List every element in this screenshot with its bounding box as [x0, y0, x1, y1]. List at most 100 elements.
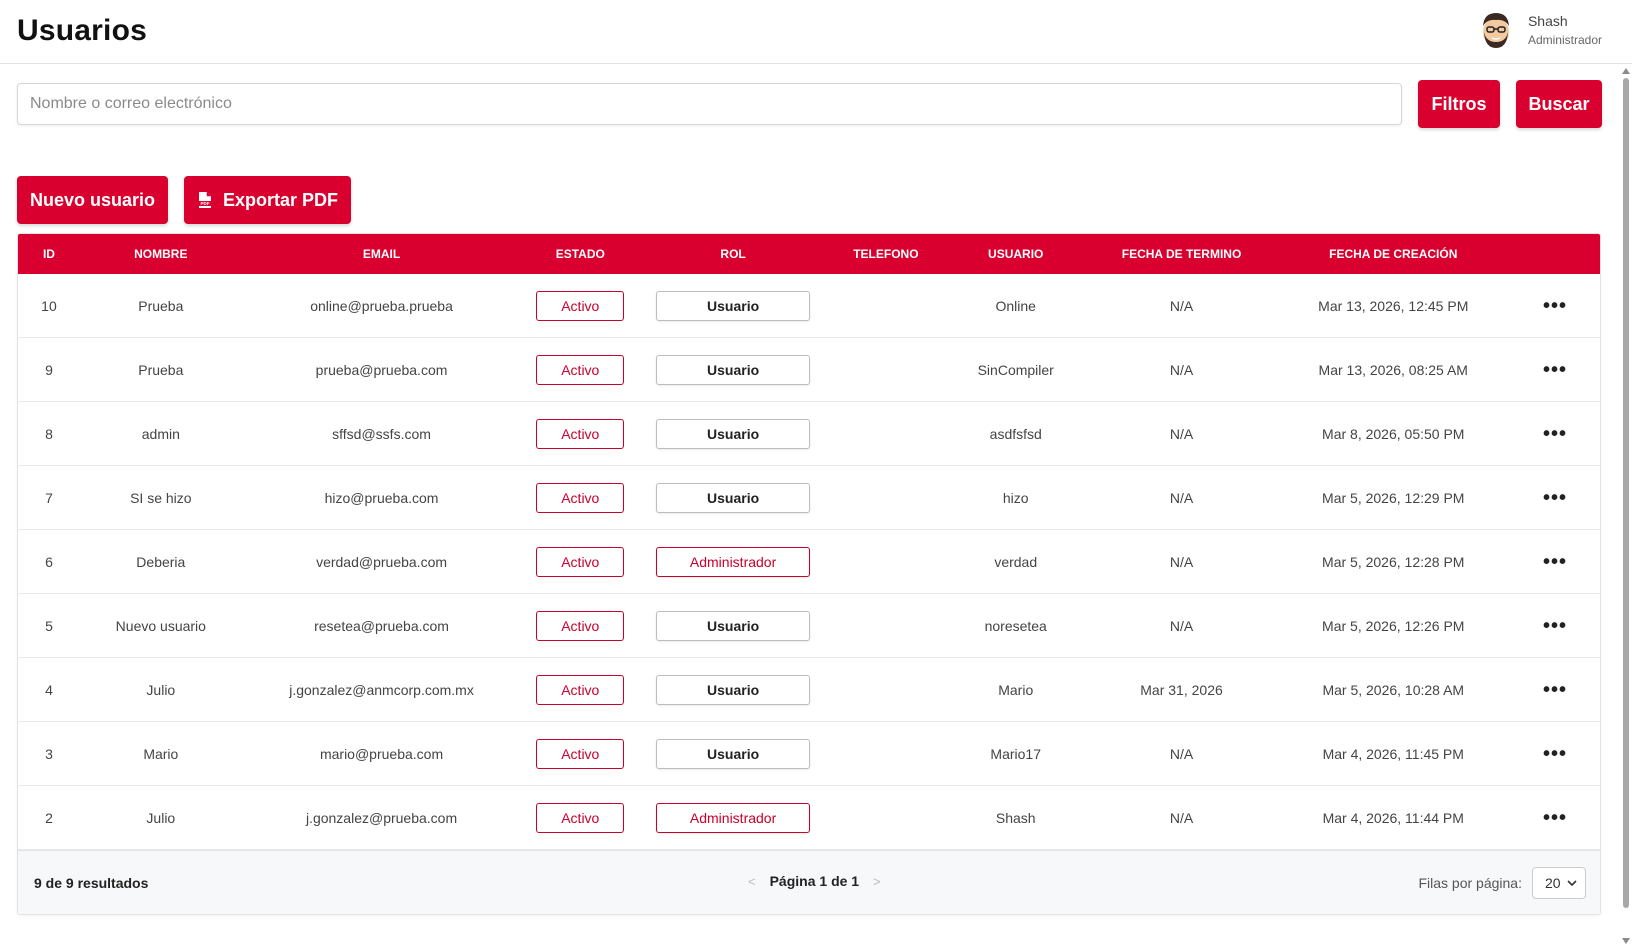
column-header-estado[interactable]: ESTADO [521, 247, 639, 261]
cell-nombre: SI se hizo [130, 489, 192, 506]
cell-email: resetea@prueba.com [314, 617, 449, 634]
cell-fecha-creacion: Mar 8, 2026, 05:50 PM [1322, 425, 1465, 442]
cell-nombre: admin [141, 425, 180, 442]
cell-fecha-creacion: Mar 13, 2026, 08:25 AM [1318, 361, 1468, 378]
cell-actions: ••• [1510, 616, 1600, 636]
cell-fecha-creacion: Mar 13, 2026, 12:45 PM [1318, 297, 1469, 314]
table-header: ID NOMBRE EMAIL ESTADO ROL TELEFONO USUA… [18, 234, 1600, 274]
avatar [1482, 13, 1509, 48]
svg-text:PDF: PDF [200, 201, 209, 206]
rows-per-page-select[interactable]: 20 [1532, 867, 1586, 899]
column-header-telefono[interactable]: TELEFONO [827, 247, 945, 261]
chevron-left-icon[interactable]: < [748, 874, 756, 889]
cell-email: online@prueba.prueba [310, 297, 453, 314]
cell-usuario: hizo [1002, 489, 1029, 506]
cell-actions: ••• [1510, 552, 1600, 572]
cell-nombre: Julio [146, 681, 176, 698]
cell-email: j.gonzalez@prueba.com [305, 809, 458, 826]
cell-nombre: Julio [146, 809, 176, 826]
cell-email: hizo@prueba.com [324, 489, 439, 506]
page-title: Usuarios [17, 14, 147, 47]
cell-id: 3 [45, 745, 53, 762]
export-pdf-label: Exportar PDF [222, 189, 339, 210]
table-row: 8 admin sffsd@ssfs.com Activo Usuario as… [18, 402, 1600, 466]
cell-id: 7 [45, 489, 53, 506]
cell-usuario: noresetea [984, 617, 1047, 634]
cell-fecha-creacion: Mar 4, 2026, 11:44 PM [1322, 809, 1464, 826]
more-horizontal-icon[interactable]: ••• [1543, 552, 1567, 572]
scroll-up-icon[interactable] [1622, 68, 1630, 74]
more-horizontal-icon[interactable]: ••• [1543, 680, 1567, 700]
more-horizontal-icon[interactable]: ••• [1543, 424, 1567, 444]
filters-button[interactable]: Filtros [1418, 80, 1500, 128]
cell-estado: Activo [521, 546, 639, 577]
column-header-fecha-creacion[interactable]: FECHA DE CREACIÓN [1276, 247, 1510, 261]
users-table: ID NOMBRE EMAIL ESTADO ROL TELEFONO USUA… [17, 233, 1601, 915]
rows-per-page-value: 20 [1545, 875, 1561, 891]
page-scrollbar[interactable] [1620, 66, 1632, 946]
cell-estado: Activo [521, 738, 639, 769]
role-badge: Usuario [656, 674, 811, 705]
cell-id: 5 [45, 617, 53, 634]
cell-rol: Usuario [639, 482, 827, 513]
cell-estado: Activo [521, 290, 639, 321]
cell-id: 8 [45, 425, 53, 442]
rows-per-page-label: Filas por página: [1418, 875, 1522, 891]
column-header-email[interactable]: EMAIL [242, 247, 522, 261]
user-name: Shash [1527, 13, 1568, 29]
cell-actions: ••• [1510, 744, 1600, 764]
scrollbar-thumb[interactable] [1623, 78, 1629, 908]
search-input[interactable] [17, 83, 1402, 125]
column-header-nombre[interactable]: NOMBRE [80, 247, 242, 261]
cell-fecha-creacion: Mar 5, 2026, 10:28 AM [1322, 681, 1465, 698]
cell-actions: ••• [1510, 424, 1600, 444]
role-badge: Usuario [656, 482, 811, 513]
status-badge: Activo [536, 546, 625, 577]
table-row: 6 Deberia verdad@prueba.com Activo Admin… [18, 530, 1600, 594]
status-badge: Activo [536, 290, 625, 321]
cell-usuario: Mario17 [990, 745, 1042, 762]
user-role: Administrador [1527, 33, 1602, 47]
cell-fecha-termino: N/A [1169, 617, 1194, 634]
cell-estado: Activo [521, 482, 639, 513]
role-badge: Usuario [656, 418, 811, 449]
table-row: 10 Prueba online@prueba.prueba Activo Us… [18, 274, 1600, 338]
cell-usuario: Online [995, 297, 1036, 314]
more-horizontal-icon[interactable]: ••• [1543, 808, 1567, 828]
cell-rol: Usuario [639, 674, 827, 705]
cell-nombre: Deberia [136, 553, 186, 570]
column-header-rol[interactable]: ROL [639, 247, 827, 261]
search-button[interactable]: Buscar [1516, 80, 1602, 128]
cell-rol: Usuario [639, 418, 827, 449]
new-user-button[interactable]: Nuevo usuario [17, 176, 168, 224]
cell-rol: Usuario [639, 354, 827, 385]
role-badge: Usuario [656, 290, 811, 321]
cell-id: 4 [45, 681, 53, 698]
cell-email: prueba@prueba.com [315, 361, 448, 378]
cell-email: mario@prueba.com [319, 745, 444, 762]
cell-fecha-creacion: Mar 5, 2026, 12:26 PM [1322, 617, 1465, 634]
cell-fecha-termino: N/A [1169, 425, 1194, 442]
cell-usuario: Mario [998, 681, 1034, 698]
table-body: 10 Prueba online@prueba.prueba Activo Us… [18, 274, 1600, 850]
user-profile[interactable]: Shash Administrador [1478, 10, 1602, 50]
table-row: 9 Prueba prueba@prueba.com Activo Usuari… [18, 338, 1600, 402]
column-header-fecha-termino[interactable]: FECHA DE TERMINO [1087, 247, 1277, 261]
cell-email: sffsd@ssfs.com [332, 425, 431, 442]
column-header-id[interactable]: ID [18, 247, 80, 261]
more-horizontal-icon[interactable]: ••• [1543, 360, 1567, 380]
cell-estado: Activo [521, 674, 639, 705]
table-row: 5 Nuevo usuario resetea@prueba.com Activ… [18, 594, 1600, 658]
more-horizontal-icon[interactable]: ••• [1543, 488, 1567, 508]
top-bar: Usuarios Shash Administrador [0, 0, 1632, 64]
column-header-usuario[interactable]: USUARIO [945, 247, 1087, 261]
export-pdf-button[interactable]: PDF Exportar PDF [184, 176, 351, 224]
chevron-right-icon[interactable]: > [873, 874, 881, 889]
cell-usuario: SinCompiler [977, 361, 1054, 378]
cell-fecha-creacion: Mar 5, 2026, 12:29 PM [1322, 489, 1465, 506]
more-horizontal-icon[interactable]: ••• [1543, 616, 1567, 636]
more-horizontal-icon[interactable]: ••• [1543, 744, 1567, 764]
more-horizontal-icon[interactable]: ••• [1543, 296, 1567, 316]
role-badge: Usuario [656, 610, 811, 641]
scroll-down-icon[interactable] [1622, 938, 1630, 944]
